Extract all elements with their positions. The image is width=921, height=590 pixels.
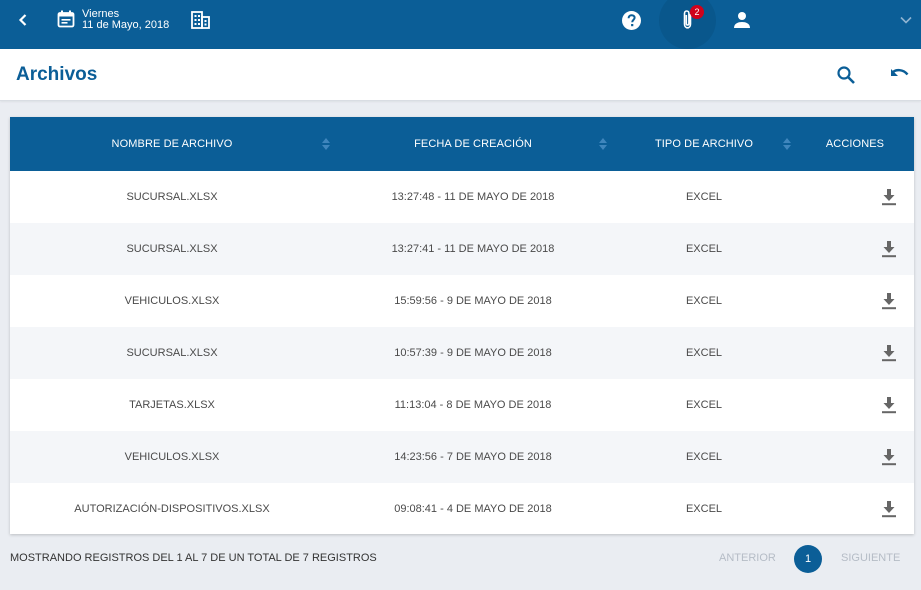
- page-header: Archivos: [0, 49, 921, 101]
- pagination-next[interactable]: SIGUIENTE: [841, 552, 900, 564]
- column-header-acciones: ACCIONES: [825, 138, 885, 150]
- file-date: 10:57:39 - 9 DE MAYO DE 2018: [394, 347, 552, 359]
- table-row: SUCURSAL.XLSX 13:27:48 - 11 DE MAYO DE 2…: [10, 171, 914, 223]
- download-icon[interactable]: [881, 344, 897, 362]
- table-row: VEHICULOS.XLSX 15:59:56 - 9 DE MAYO DE 2…: [10, 275, 914, 327]
- table-row: VEHICULOS.XLSX 14:23:56 - 7 DE MAYO DE 2…: [10, 431, 914, 483]
- file-type: EXCEL: [685, 399, 723, 411]
- file-name: SUCURSAL.XLSX: [126, 191, 218, 203]
- sort-icon[interactable]: [599, 138, 607, 150]
- download-icon[interactable]: [881, 240, 897, 258]
- download-icon[interactable]: [881, 188, 897, 206]
- file-date: 14:23:56 - 7 DE MAYO DE 2018: [394, 451, 552, 463]
- file-name: VEHICULOS.XLSX: [124, 295, 220, 307]
- table-row: AUTORIZACIÓN-DISPOSITIVOS.XLSX 09:08:41 …: [10, 483, 914, 534]
- building-icon[interactable]: [191, 11, 210, 29]
- column-header-tipo[interactable]: TIPO DE ARCHIVO: [612, 117, 796, 171]
- file-name: TARJETAS.XLSX: [129, 399, 215, 411]
- current-date[interactable]: Viernes 11 de Mayo, 2018: [82, 9, 169, 31]
- records-summary: MOSTRANDO REGISTROS DEL 1 AL 7 DE UN TOT…: [10, 552, 377, 564]
- current-date-label: 11 de Mayo, 2018: [82, 19, 170, 31]
- file-type: EXCEL: [685, 243, 723, 255]
- file-type: EXCEL: [685, 451, 723, 463]
- files-table: NOMBRE DE ARCHIVO FECHA DE CREACIÓN TIPO…: [10, 117, 914, 534]
- download-icon[interactable]: [881, 292, 897, 310]
- undo-icon[interactable]: [889, 65, 911, 85]
- download-icon[interactable]: [881, 396, 897, 414]
- file-name: VEHICULOS.XLSX: [124, 451, 220, 463]
- file-date: 11:13:04 - 8 DE MAYO DE 2018: [394, 399, 552, 411]
- column-header-nombre[interactable]: NOMBRE DE ARCHIVO: [10, 117, 334, 171]
- top-app-bar: Viernes 11 de Mayo, 2018 2: [0, 0, 921, 49]
- user-icon[interactable]: [732, 10, 752, 30]
- file-date: 09:08:41 - 4 DE MAYO DE 2018: [394, 503, 552, 515]
- sort-icon[interactable]: [783, 138, 791, 150]
- table-header: NOMBRE DE ARCHIVO FECHA DE CREACIÓN TIPO…: [10, 117, 914, 171]
- back-icon[interactable]: [15, 12, 31, 28]
- file-type: EXCEL: [685, 295, 723, 307]
- pagination-page-1[interactable]: 1: [794, 545, 822, 573]
- attachments-count-badge: 2: [690, 5, 704, 19]
- column-header-fecha[interactable]: FECHA DE CREACIÓN: [334, 117, 612, 171]
- help-icon[interactable]: [621, 10, 642, 31]
- table-row: SUCURSAL.XLSX 10:57:39 - 9 DE MAYO DE 20…: [10, 327, 914, 379]
- file-date: 13:27:41 - 11 DE MAYO DE 2018: [391, 243, 555, 255]
- table-row: SUCURSAL.XLSX 13:27:41 - 11 DE MAYO DE 2…: [10, 223, 914, 275]
- chevron-down-icon[interactable]: [898, 12, 914, 28]
- file-type: EXCEL: [685, 347, 723, 359]
- file-name: AUTORIZACIÓN-DISPOSITIVOS.XLSX: [74, 503, 270, 515]
- calendar-icon[interactable]: [57, 10, 75, 28]
- file-type: EXCEL: [685, 503, 723, 515]
- table-row: TARJETAS.XLSX 11:13:04 - 8 DE MAYO DE 20…: [10, 379, 914, 431]
- file-type: EXCEL: [685, 191, 723, 203]
- sort-icon[interactable]: [322, 138, 330, 150]
- pagination-previous[interactable]: ANTERIOR: [719, 552, 776, 564]
- file-name: SUCURSAL.XLSX: [126, 243, 218, 255]
- page-title: Archivos: [16, 64, 98, 85]
- file-name: SUCURSAL.XLSX: [126, 347, 218, 359]
- download-icon[interactable]: [881, 500, 897, 518]
- search-icon[interactable]: [836, 65, 856, 85]
- download-icon[interactable]: [881, 448, 897, 466]
- file-date: 15:59:56 - 9 DE MAYO DE 2018: [394, 295, 552, 307]
- file-date: 13:27:48 - 11 DE MAYO DE 2018: [391, 191, 555, 203]
